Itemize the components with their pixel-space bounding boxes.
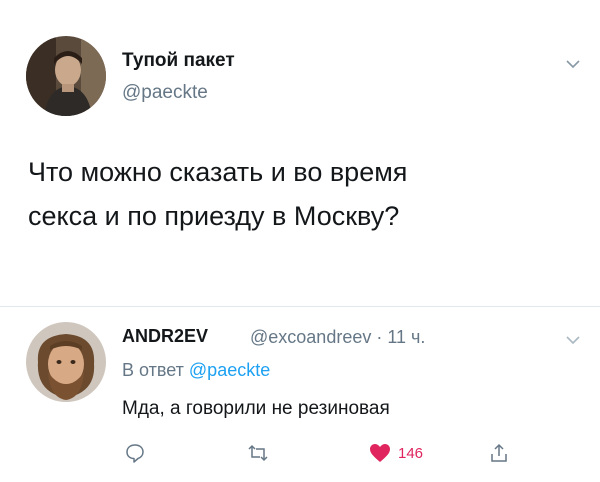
avatar[interactable] [26,36,106,116]
reply-text: Мда, а говорили не резиновая [122,398,390,419]
tweet-text: Что можно сказать и во время секса и по … [28,150,568,238]
like-button[interactable]: 146 [368,442,423,464]
share-button[interactable] [488,442,510,464]
divider [0,306,600,307]
heart-icon [370,444,390,462]
reply-meta: @excoandreev · 11 ч. [250,327,426,347]
retweet-button[interactable] [246,442,270,464]
reply-button[interactable] [124,442,146,464]
reply-to-prefix: В ответ [122,360,184,380]
author-name[interactable]: Тупой пакет [122,50,235,72]
share-icon [491,443,507,462]
tweet-text-line: секса и по приезду в Москву? [28,201,400,231]
reply-to: В ответ @paeckte [122,360,270,381]
chevron-down-icon[interactable] [566,56,580,69]
chevron-down-icon[interactable] [566,332,580,345]
main-tweet: Тупой пакет @paeckte Что можно сказать и… [0,0,600,306]
reply-icon [126,444,144,463]
reply-author-name[interactable]: ANDR2EV [122,326,208,347]
tweet-text-line: Что можно сказать и во время [28,157,408,187]
author-handle[interactable]: @paeckte [122,82,208,104]
like-count: 146 [398,444,424,462]
avatar[interactable] [26,322,106,402]
reply-to-handle[interactable]: @paeckte [189,360,270,380]
retweet-icon [248,444,268,462]
